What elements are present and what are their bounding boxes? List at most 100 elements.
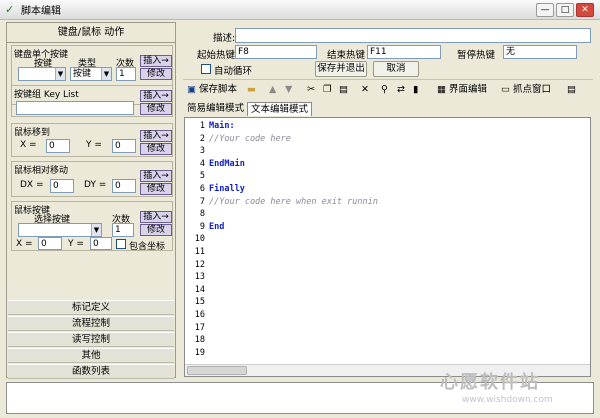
keylist-modify-button[interactable]: 修改 (140, 103, 172, 115)
pause-hotkey-input[interactable]: 无 (503, 45, 577, 59)
mouse-move-legend: 鼠标移到 (14, 128, 51, 138)
replace-icon[interactable]: ⇄ (397, 81, 405, 99)
delete-icon[interactable]: ✕ (361, 81, 369, 99)
dy-label: DY = (84, 180, 107, 190)
keylist-insert-button[interactable]: 插入→ (140, 90, 172, 102)
save-script-button[interactable]: ▣ 保存脚本 (187, 81, 237, 99)
mk-y-input[interactable]: 0 (90, 237, 112, 250)
y-label: Y = (86, 140, 102, 150)
tab-text-mode[interactable]: 文本编辑模式 (247, 102, 313, 116)
chevron-down-icon: ▼ (101, 68, 111, 80)
mkey-insert-button[interactable]: 插入→ (140, 211, 172, 223)
line-number: 3 (199, 146, 205, 157)
end-hotkey-input[interactable]: F11 (367, 45, 441, 59)
line-number: 7 (199, 196, 205, 207)
move-insert-button[interactable]: 插入→ (140, 130, 172, 142)
line-number: 4 (199, 158, 205, 169)
mouse-key-select[interactable]: ▼ (18, 223, 102, 237)
pause-hotkey-label: 暂停热键 (457, 50, 496, 61)
category-flow[interactable]: 流程控制 (8, 316, 174, 331)
category-io[interactable]: 读写控制 (8, 332, 174, 347)
type-select-value: 按键 (73, 69, 92, 79)
key-list-legend: 按键组 Key List (14, 90, 79, 100)
mouse-count-input[interactable]: 1 (112, 223, 134, 237)
run-icon[interactable]: ▮ (413, 81, 418, 99)
mkey-modify-button[interactable]: 修改 (140, 224, 172, 236)
tab-simple-mode[interactable]: 简易编辑模式 (187, 102, 244, 116)
category-functions[interactable]: 函数列表 (8, 364, 174, 379)
x-label: X = (20, 140, 37, 150)
capture-window-button[interactable]: ▭ 抓点窗口 (501, 81, 551, 99)
minimize-button[interactable]: — (536, 3, 554, 17)
line-number: 2 (199, 133, 205, 144)
find-icon[interactable]: ⚲ (381, 81, 388, 99)
interface-edit-label: 界面编辑 (449, 84, 488, 95)
category-labels[interactable]: 标记定义 (8, 300, 174, 315)
arrow-up-icon[interactable]: ▲ (269, 81, 276, 99)
code-line: EndMain (209, 158, 245, 169)
code-line: //Your code here when exit runnin (209, 196, 378, 207)
dx-label: DX = (20, 180, 44, 190)
include-coords-checkbox[interactable] (116, 239, 126, 249)
close-button[interactable]: ✕ (576, 3, 594, 17)
line-number: 10 (194, 234, 205, 245)
move-modify-button[interactable]: 修改 (140, 143, 172, 155)
open-folder-icon[interactable]: ▬ (247, 81, 256, 99)
mk-x-input[interactable]: 0 (38, 237, 62, 250)
arrow-down-icon[interactable]: ▼ (285, 81, 292, 99)
watermark-logo: 心愿软件站 (440, 372, 540, 393)
scrollbar-thumb[interactable] (187, 366, 247, 375)
paste-icon[interactable]: ▤ (339, 81, 348, 99)
right-panel: 描述: 起始热键 F8 结束热键 F11 暂停热键 无 自动循环 保存并退出 取… (181, 22, 594, 378)
mouse-dx-input[interactable]: 0 (50, 179, 74, 193)
mk-y-label: Y = (68, 239, 84, 249)
key-select[interactable]: ▼ (18, 67, 66, 81)
rel-insert-button[interactable]: 插入→ (140, 170, 172, 182)
key-list-input[interactable] (16, 101, 134, 115)
rel-modify-button[interactable]: 修改 (140, 183, 172, 195)
mouse-dy-input[interactable]: 0 (112, 179, 136, 193)
line-number: 12 (194, 259, 205, 270)
help-icon[interactable]: ▤ (567, 81, 576, 99)
cancel-button[interactable]: 取消 (373, 61, 419, 77)
code-text: Main: //Your code here EndMain Finally //Y… (209, 118, 378, 233)
monitor-icon: ▭ (501, 84, 510, 95)
code-editor[interactable]: 1 2 3 4 5 6 7 8 9 10 11 12 13 14 15 16 17 18 19 Main://You… (184, 117, 591, 377)
line-number: 15 (194, 297, 205, 308)
code-line: Finally (209, 183, 245, 194)
left-panel: 键盘/鼠标 动作 键盘单个按键 按键 类型 次数 ▼ 按键 ▼ 1 插入→ 修改 … (6, 22, 176, 379)
capture-window-label: 抓点窗口 (513, 84, 552, 95)
include-coords-label: 包含坐标 (129, 242, 166, 252)
mouse-rel-group: 鼠标相对移动 DX = 0 DY = 0 插入→ 修改 (11, 161, 173, 197)
line-number-gutter: 1 2 3 4 5 6 7 8 9 10 11 12 13 14 15 16 17 18 19 (185, 118, 205, 364)
cut-icon[interactable]: ✂ (307, 81, 315, 99)
category-other[interactable]: 其他 (8, 348, 174, 363)
copy-icon[interactable]: ❐ (323, 81, 332, 99)
line-number: 11 (194, 246, 205, 257)
auto-loop-checkbox[interactable] (201, 64, 211, 74)
line-number: 14 (194, 284, 205, 295)
watermark-url: www.wishdown.com (462, 395, 553, 405)
line-number: 16 (194, 309, 205, 320)
interface-edit-button[interactable]: ▦ 界面编辑 (437, 81, 487, 99)
maximize-button[interactable]: □ (556, 3, 574, 17)
key-modify-button[interactable]: 修改 (140, 68, 172, 80)
mouse-rel-legend: 鼠标相对移动 (14, 166, 69, 176)
key-insert-button[interactable]: 插入→ (140, 55, 172, 67)
line-number: 8 (199, 209, 205, 220)
line-number: 6 (199, 183, 205, 194)
interface-edit-icon: ▦ (437, 84, 446, 95)
mouse-y-input[interactable]: 0 (112, 139, 136, 153)
line-number: 17 (194, 322, 205, 333)
description-input[interactable] (235, 28, 591, 43)
save-exit-button[interactable]: 保存并退出 (315, 61, 367, 77)
line-number: 19 (194, 347, 205, 358)
key-count-input[interactable]: 1 (116, 67, 136, 81)
type-select[interactable]: 按键 ▼ (70, 67, 112, 81)
code-line: Main: (209, 121, 235, 131)
start-hotkey-input[interactable]: F8 (235, 45, 317, 59)
mouse-x-input[interactable]: 0 (46, 139, 70, 153)
description-label: 描述: (213, 33, 236, 44)
end-hotkey-label: 结束热键 (327, 50, 366, 61)
